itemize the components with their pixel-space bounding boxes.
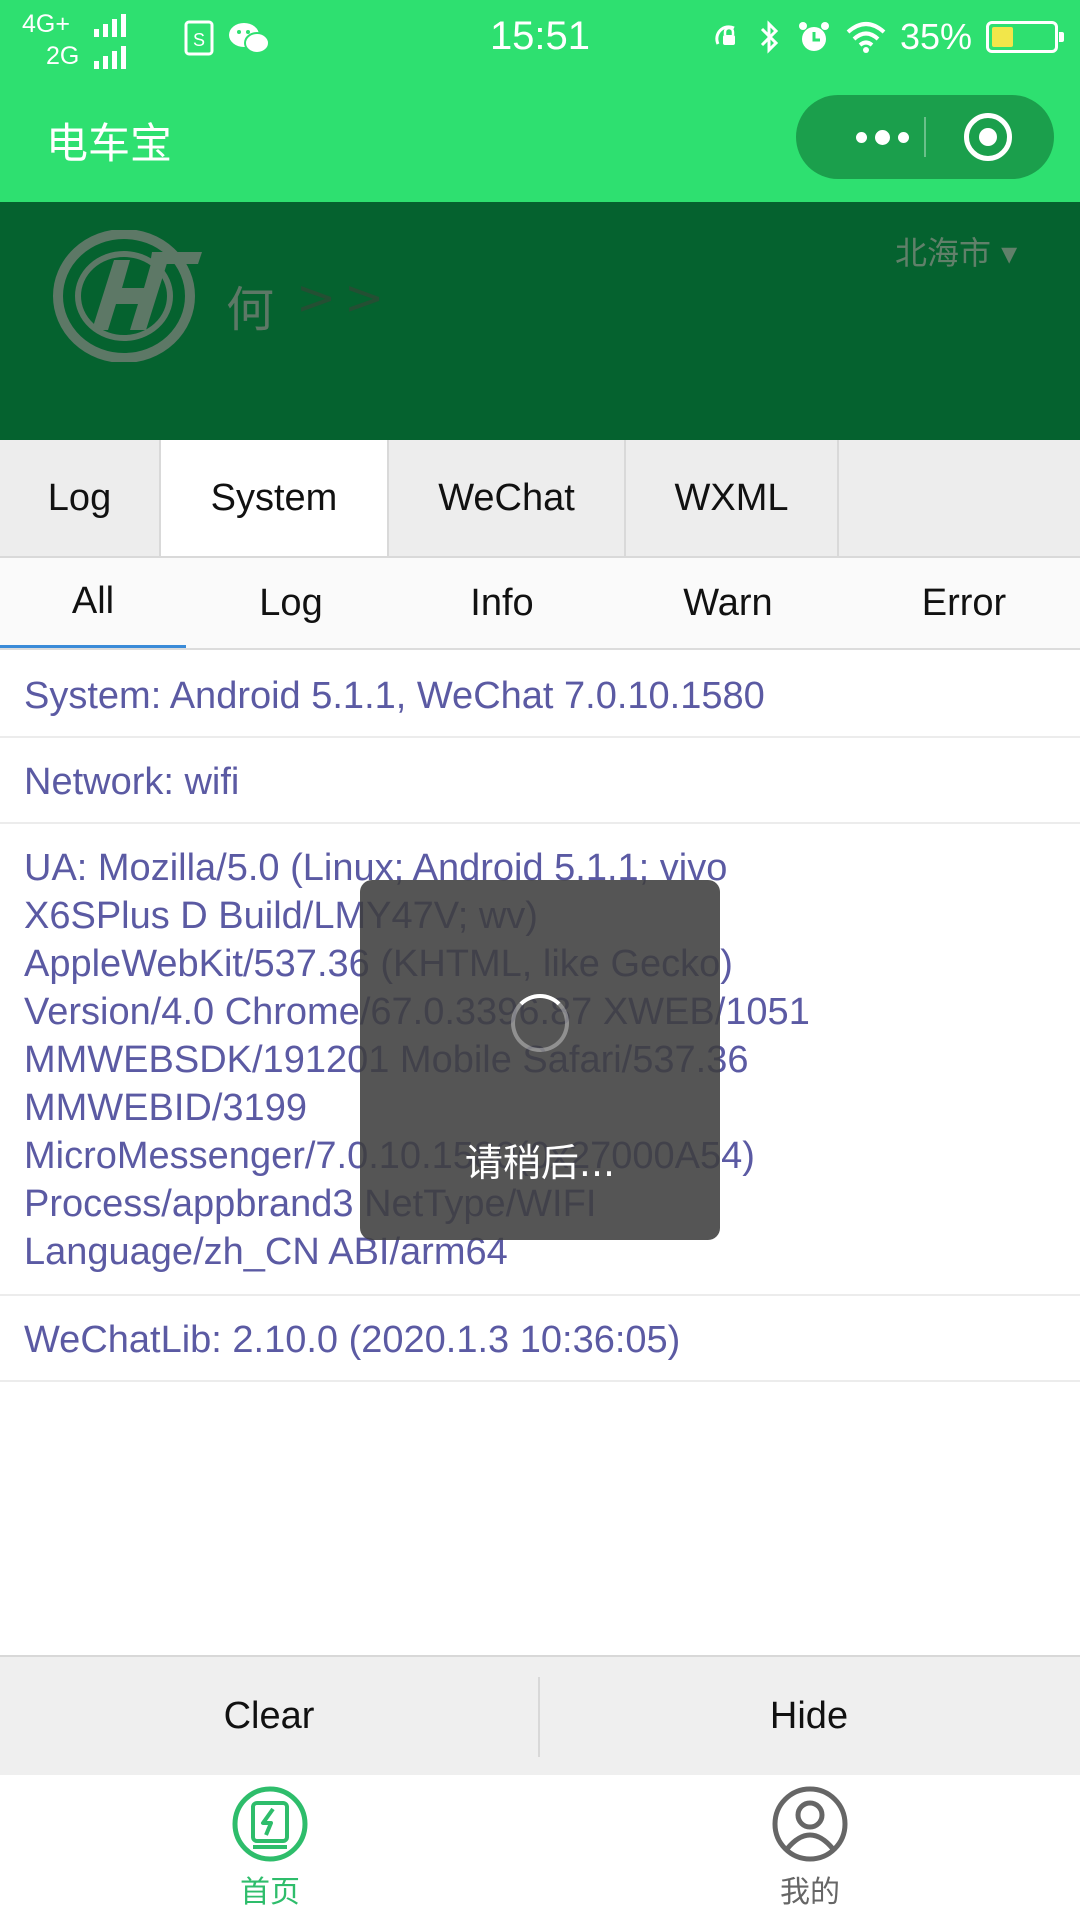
log-filters: All Log Info Warn Error xyxy=(0,558,1080,650)
home-icon xyxy=(232,1786,308,1862)
capsule-menu xyxy=(796,95,1054,179)
filter-log[interactable]: Log xyxy=(186,558,396,648)
filter-warn[interactable]: Warn xyxy=(608,558,848,648)
log-item-system: System: Android 5.1.1, WeChat 7.0.10.158… xyxy=(0,652,1080,738)
close-target-icon[interactable] xyxy=(964,113,1012,161)
bluetooth-icon xyxy=(760,20,779,54)
hide-button[interactable]: Hide xyxy=(540,1657,1078,1775)
rotation-lock-icon xyxy=(715,25,735,45)
tab-log[interactable]: Log xyxy=(0,440,161,556)
title-bar: 4G+ 2G S 15:51 35% 电车宝 xyxy=(0,0,1080,202)
filter-error[interactable]: Error xyxy=(848,558,1080,648)
battery-charging-icon xyxy=(986,21,1064,53)
console-tabs: Log System WeChat WXML xyxy=(0,440,1080,558)
tab-wxml[interactable]: WXML xyxy=(626,440,839,556)
status-right: 35% xyxy=(710,12,1064,62)
tab-wechat[interactable]: WeChat xyxy=(389,440,626,556)
loading-toast: 请稍后... xyxy=(360,880,720,1240)
battery-fill xyxy=(992,27,1013,47)
battery-percent: 35% xyxy=(899,16,972,57)
loading-spinner-icon xyxy=(511,994,569,1052)
tabbar-item-home[interactable]: 首页 xyxy=(0,1775,540,1920)
chevron-right-icon: > xyxy=(296,270,337,326)
toast-text: 请稍后... xyxy=(464,1141,616,1185)
city-selector[interactable]: 北海市 ▾ xyxy=(895,228,1017,274)
alarm-icon xyxy=(798,22,829,51)
capsule-divider xyxy=(924,117,926,157)
clear-button[interactable]: Clear xyxy=(0,1657,538,1775)
log-item-wechatlib: WeChatLib: 2.10.0 (2020.1.3 10:36:05) xyxy=(0,1296,1080,1382)
user-icon xyxy=(772,1786,848,1862)
console-actions: Clear Hide xyxy=(0,1655,1080,1775)
tabbar-label-home: 首页 xyxy=(240,1875,300,1910)
more-icon[interactable] xyxy=(840,95,924,179)
chevron-right-icon: > xyxy=(344,270,385,326)
tabbar-label-mine: 我的 xyxy=(780,1875,840,1910)
app-title: 电车宝 xyxy=(46,119,173,168)
user-name[interactable]: 何 xyxy=(226,270,274,340)
filter-all[interactable]: All xyxy=(0,558,186,648)
log-item-network: Network: wifi xyxy=(0,738,1080,824)
filter-info[interactable]: Info xyxy=(396,558,608,648)
tab-system[interactable]: System xyxy=(161,440,389,556)
brand-logo xyxy=(53,230,202,362)
tab-bar: 首页 我的 xyxy=(0,1775,1080,1920)
wifi-icon xyxy=(846,22,886,53)
tabbar-item-mine[interactable]: 我的 xyxy=(540,1775,1080,1920)
